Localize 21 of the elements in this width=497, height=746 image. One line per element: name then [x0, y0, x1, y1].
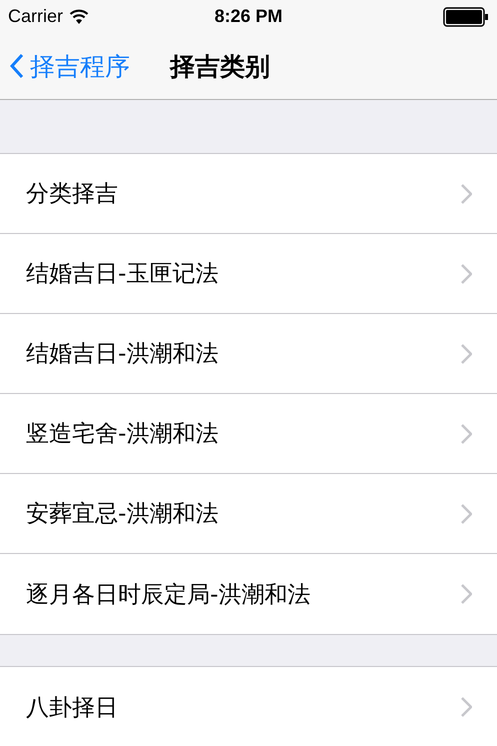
- back-chevron-icon: [10, 53, 24, 79]
- list-item[interactable]: 逐月各日时辰定局-洪潮和法: [0, 554, 497, 634]
- carrier-name: Carrier: [8, 6, 64, 27]
- list-item[interactable]: 安葬宜忌-洪潮和法: [0, 474, 497, 554]
- chevron-icon: [461, 264, 472, 284]
- battery-icon: [443, 6, 489, 26]
- chevron-icon: [461, 504, 472, 524]
- chevron-icon: [461, 584, 472, 604]
- nav-title: 择吉类别: [170, 50, 270, 82]
- chevron-icon: [461, 424, 472, 444]
- back-button[interactable]: 择吉程序: [10, 50, 130, 82]
- chevron-icon: [461, 697, 472, 717]
- chevron-icon: [461, 184, 472, 204]
- wifi-icon: [69, 9, 90, 24]
- list-item[interactable]: 竖造宅舍-洪潮和法: [0, 394, 497, 474]
- list-item[interactable]: 八卦择日: [0, 667, 497, 746]
- chevron-icon: [461, 344, 472, 364]
- list-item[interactable]: 结婚吉日-玉匣记法: [0, 234, 497, 314]
- list-item[interactable]: 分类择吉: [0, 154, 497, 234]
- status-time: 8:26 PM: [214, 6, 283, 27]
- list-item[interactable]: 结婚吉日-洪潮和法: [0, 314, 497, 394]
